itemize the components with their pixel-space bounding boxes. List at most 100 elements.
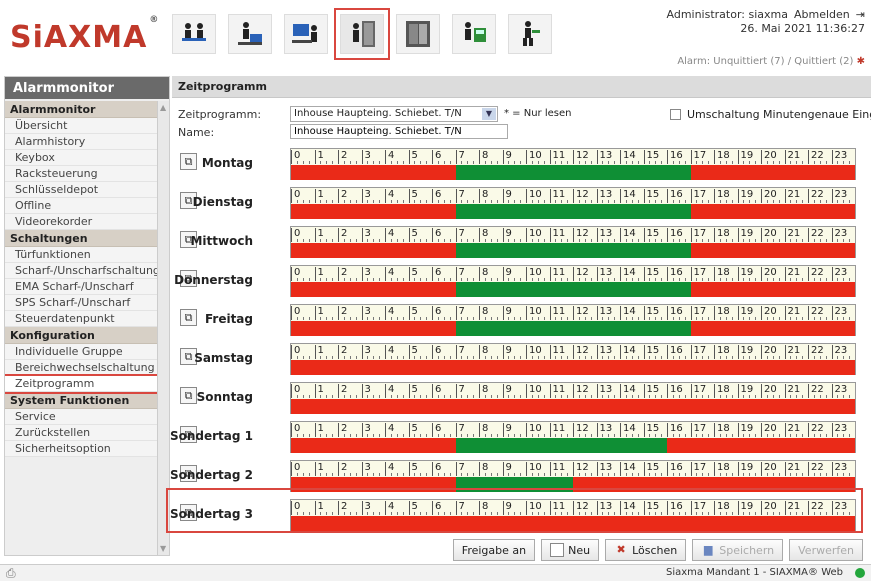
alarm-status[interactable]: Alarm: Unquittiert (7) / Quittiert (2) ✱ <box>677 56 865 67</box>
schedule-bar[interactable] <box>291 165 855 180</box>
time-ruler[interactable]: 0 1 2 3 4 5 6 7 8 9 10 11 12 13 14 15 16 17 18 19 20 21 22 23 <box>290 343 856 375</box>
active-segment[interactable] <box>455 165 691 180</box>
minor-tick <box>396 200 398 203</box>
copy-icon[interactable]: ⧉ <box>180 153 197 170</box>
time-ruler[interactable]: 0 1 2 3 4 5 6 7 8 9 10 11 12 13 14 15 16 17 18 19 20 21 22 23 <box>290 382 856 414</box>
hour-label: 11 <box>549 189 565 203</box>
sidebar-item[interactable]: Alarmhistory <box>5 134 157 150</box>
minor-tick <box>349 200 351 203</box>
minor-tick <box>755 200 757 203</box>
copy-icon[interactable]: ⧉ <box>180 387 197 404</box>
active-segment[interactable] <box>455 243 691 258</box>
sidebar-item[interactable]: Videorekorder <box>5 214 157 230</box>
zeitprogramm-select[interactable]: Inhouse Haupteing. Schiebet. T/N ▼ <box>290 106 498 122</box>
sidebar-item[interactable]: EMA Scharf-/Unscharf <box>5 279 157 295</box>
minor-tick <box>602 239 604 242</box>
schedule-bar[interactable] <box>291 204 855 219</box>
operator-icon[interactable] <box>284 14 328 54</box>
sidebar-item[interactable]: Service <box>5 409 157 425</box>
schedule-bar[interactable] <box>291 399 855 414</box>
delete-button[interactable]: ✖ Löschen <box>605 539 687 561</box>
hour-label: 8 <box>479 384 488 398</box>
minor-tick <box>849 434 851 437</box>
sidebar-scrollbar[interactable]: ▲ ▼ <box>157 101 169 555</box>
minor-tick <box>437 200 439 203</box>
minor-tick <box>531 473 533 476</box>
time-ruler[interactable]: 0 1 2 3 4 5 6 7 8 9 10 11 12 13 14 15 16 17 18 19 20 21 22 23 <box>290 304 856 336</box>
name-field[interactable] <box>290 124 508 139</box>
save-button[interactable]: ▆ Speichern <box>692 539 784 561</box>
minor-tick <box>825 200 827 203</box>
hour-label: 13 <box>596 306 612 320</box>
scroll-up-icon[interactable]: ▲ <box>160 103 166 112</box>
sidebar-item[interactable]: Individuelle Gruppe <box>5 344 157 360</box>
checkbox-icon[interactable] <box>670 109 681 120</box>
print-icon[interactable]: ⎙ <box>6 566 16 581</box>
hour-label: 7 <box>455 384 465 398</box>
minor-tick <box>320 278 322 281</box>
sidebar-item[interactable]: Übersicht <box>5 118 157 134</box>
minor-tick <box>484 239 486 242</box>
new-button[interactable]: Neu <box>541 539 600 561</box>
copy-icon[interactable]: ⧉ <box>180 309 197 326</box>
minor-tick <box>561 161 563 164</box>
minor-tick <box>561 317 563 320</box>
minor-tick <box>343 317 345 320</box>
time-ruler[interactable]: 0 1 2 3 4 5 6 7 8 9 10 11 12 13 14 15 16 17 18 19 20 21 22 23 <box>290 187 856 219</box>
sidebar-item[interactable]: Sicherheitsoption <box>5 441 157 457</box>
logout-icon[interactable]: ⇥ <box>856 8 865 21</box>
sidebar-section[interactable]: Alarmmonitor <box>5 101 157 118</box>
meeting-icon[interactable] <box>172 14 216 54</box>
alarm-bell-icon[interactable]: ✱ <box>857 56 865 67</box>
discard-button[interactable]: Verwerfen <box>789 539 863 561</box>
active-segment[interactable] <box>455 282 691 297</box>
sidebar-item[interactable]: Steuerdatenpunkt <box>5 311 157 327</box>
active-segment[interactable] <box>455 438 667 453</box>
sidebar-item[interactable]: SPS Scharf-/Unscharf <box>5 295 157 311</box>
guard-desk-icon[interactable] <box>228 14 272 54</box>
active-segment[interactable] <box>455 321 691 336</box>
hour-label: 8 <box>479 345 488 359</box>
minor-tick <box>296 395 298 398</box>
sidebar-item[interactable]: Offline <box>5 198 157 214</box>
schedule-bar[interactable] <box>291 321 855 336</box>
schedule-bar[interactable] <box>291 438 855 453</box>
time-ruler[interactable]: 0 1 2 3 4 5 6 7 8 9 10 11 12 13 14 15 16 17 18 19 20 21 22 23 <box>290 421 856 453</box>
minor-tick <box>684 434 686 437</box>
schedule-bar[interactable] <box>291 282 855 297</box>
sidebar-item[interactable]: Zeitprogramm <box>5 374 157 394</box>
sidebar-section[interactable]: Schaltungen <box>5 230 157 247</box>
minor-tick <box>332 473 334 476</box>
sidebar-section[interactable]: Konfiguration <box>5 327 157 344</box>
scroll-down-icon[interactable]: ▼ <box>160 544 166 553</box>
minor-tick <box>555 434 557 437</box>
time-ruler[interactable]: 0 1 2 3 4 5 6 7 8 9 10 11 12 13 14 15 16 17 18 19 20 21 22 23 <box>290 148 856 180</box>
minor-tick <box>514 161 516 164</box>
sidebar-item[interactable]: Bereichwechselschaltung <box>5 360 157 376</box>
time-ruler[interactable]: 0 1 2 3 4 5 6 7 8 9 10 11 12 13 14 15 16 17 18 19 20 21 22 23 <box>290 226 856 258</box>
sidebar-item[interactable]: Racksteuerung <box>5 166 157 182</box>
sidebar-item[interactable]: Zurückstellen <box>5 425 157 441</box>
logout-link[interactable]: Abmelden <box>794 8 850 21</box>
worker-machine-icon[interactable] <box>452 14 496 54</box>
sidebar-item[interactable]: Scharf-/Unscharfschaltung <box>5 263 157 279</box>
minor-tick <box>637 161 639 164</box>
minute-checkbox[interactable]: Umschaltung Minutengenaue Eingabe <box>670 108 871 121</box>
door-person-icon[interactable] <box>334 8 390 60</box>
status-indicator-icon <box>855 568 865 578</box>
schedule-bar[interactable] <box>291 360 855 375</box>
minor-tick <box>449 317 451 320</box>
sidebar-item[interactable]: Schlüsseldepot <box>5 182 157 198</box>
time-ruler[interactable]: 0 1 2 3 4 5 6 7 8 9 10 11 12 13 14 15 16 17 18 19 20 21 22 23 <box>290 265 856 297</box>
chevron-down-icon[interactable]: ▼ <box>482 108 496 120</box>
schedule-bar[interactable] <box>291 243 855 258</box>
worker-icon[interactable] <box>508 14 552 54</box>
door-icon[interactable] <box>396 14 440 54</box>
sidebar-section[interactable]: System Funktionen <box>5 392 157 409</box>
freigabe-button[interactable]: Freigabe an <box>452 539 536 561</box>
sidebar-item[interactable]: Türfunktionen <box>5 247 157 263</box>
minor-tick <box>420 161 422 164</box>
active-segment[interactable] <box>455 204 691 219</box>
minor-tick <box>772 239 774 242</box>
sidebar-item[interactable]: Keybox <box>5 150 157 166</box>
